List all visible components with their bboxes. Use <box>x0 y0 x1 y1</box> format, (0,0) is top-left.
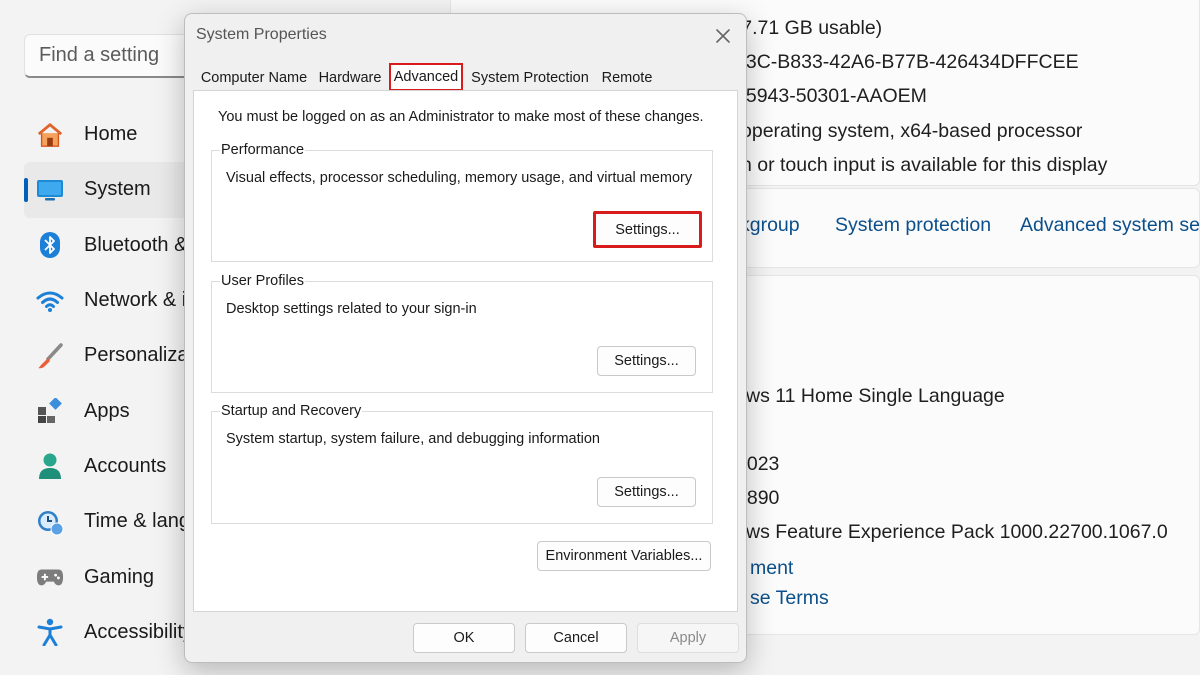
nav-item-system[interactable]: System <box>24 162 204 218</box>
wifi-icon <box>36 287 64 315</box>
admin-note: You must be logged on as an Administrato… <box>218 109 704 125</box>
nav-item-bluetooth[interactable]: Bluetooth & devices <box>24 218 261 273</box>
button-label: Apply <box>669 630 707 646</box>
startup-recovery-title: Startup and Recovery <box>220 403 363 419</box>
nav-item-apps[interactable]: Apps <box>24 383 204 438</box>
button-label: Settings... <box>615 221 680 238</box>
nav-label: Accessibility <box>84 620 193 643</box>
user-profiles-settings-button[interactable]: Settings... <box>597 346 696 376</box>
nav-item-accessibility[interactable]: Accessibility <box>24 605 204 660</box>
gamepad-icon <box>36 563 64 591</box>
button-label: Environment Variables... <box>545 548 703 564</box>
nav-item-personalization[interactable]: Personalization <box>24 328 221 383</box>
advanced-system-settings-link[interactable]: Advanced system set <box>1020 214 1200 237</box>
close-icon[interactable] <box>711 24 735 48</box>
button-label: Cancel <box>553 630 599 646</box>
ok-button[interactable]: OK <box>413 623 515 653</box>
home-icon <box>36 121 64 149</box>
license-terms-link[interactable]: se Terms <box>750 587 829 610</box>
pen-touch-value: n or touch input is available for this d… <box>741 154 1108 176</box>
device-id-value: 73C-B833-42A6-B77B-426434DFFCEE <box>735 51 1079 73</box>
nav-label: System <box>84 178 151 201</box>
nav-item-time-language[interactable]: Time & language <box>24 494 234 549</box>
user-profiles-title: User Profiles <box>220 273 305 289</box>
startup-recovery-group <box>211 411 713 524</box>
nav-item-network[interactable]: Network & internet <box>24 273 249 328</box>
startup-recovery-description: System startup, system failure, and debu… <box>226 431 600 447</box>
nav-label: Gaming <box>84 565 155 588</box>
workgroup-link[interactable]: kgroup <box>740 214 800 237</box>
performance-description: Visual effects, processor scheduling, me… <box>226 170 693 186</box>
startup-recovery-settings-button[interactable]: Settings... <box>597 477 696 507</box>
system-protection-link[interactable]: System protection <box>835 214 991 237</box>
clock-icon <box>36 508 64 536</box>
button-label: Settings... <box>614 484 679 500</box>
nav-label: Home <box>84 123 138 146</box>
experience-value: ws Feature Experience Pack 1000.22700.10… <box>746 521 1168 543</box>
tab-system-protection[interactable]: System Protection <box>467 66 593 90</box>
system-type-value: operating system, x64-based processor <box>741 120 1083 142</box>
services-agreement-link[interactable]: ment <box>750 557 793 580</box>
tab-advanced[interactable]: Advanced <box>389 63 463 91</box>
user-profiles-description: Desktop settings related to your sign-in <box>226 301 477 317</box>
brush-icon <box>36 342 64 370</box>
system-properties-dialog: System Properties Computer Name Hardware… <box>184 13 747 663</box>
nav-label: Apps <box>84 399 130 422</box>
nav-label: Accounts <box>84 454 167 477</box>
cancel-button[interactable]: Cancel <box>525 623 627 653</box>
apply-button[interactable]: Apply <box>637 623 739 653</box>
performance-title: Performance <box>220 142 306 158</box>
accounts-icon <box>36 452 64 480</box>
accessibility-icon <box>36 618 64 647</box>
edition-value: ws 11 Home Single Language <box>746 385 1005 407</box>
system-icon <box>36 176 64 204</box>
environment-variables-button[interactable]: Environment Variables... <box>537 541 711 571</box>
bluetooth-icon <box>36 231 64 259</box>
button-label: OK <box>453 630 475 646</box>
button-label: Settings... <box>614 353 679 369</box>
dialog-title: System Properties <box>196 26 327 43</box>
nav-item-accounts[interactable]: Accounts <box>24 439 204 494</box>
tab-computer-name[interactable]: Computer Name <box>197 66 311 90</box>
user-profiles-group <box>211 281 713 393</box>
search-input[interactable]: Find a setting <box>24 34 204 78</box>
apps-icon <box>36 397 64 425</box>
tab-remote[interactable]: Remote <box>597 66 657 90</box>
search-placeholder: Find a setting <box>39 44 160 66</box>
performance-settings-button[interactable]: Settings... <box>593 211 702 248</box>
product-id-value: 35943-50301-AAOEM <box>735 85 927 107</box>
tab-hardware[interactable]: Hardware <box>315 66 385 90</box>
nav-item-home[interactable]: Home <box>24 107 204 162</box>
nav-item-gaming[interactable]: Gaming <box>24 549 204 604</box>
settings-nav: Home System Bluetooth & devices Network … <box>24 107 261 660</box>
